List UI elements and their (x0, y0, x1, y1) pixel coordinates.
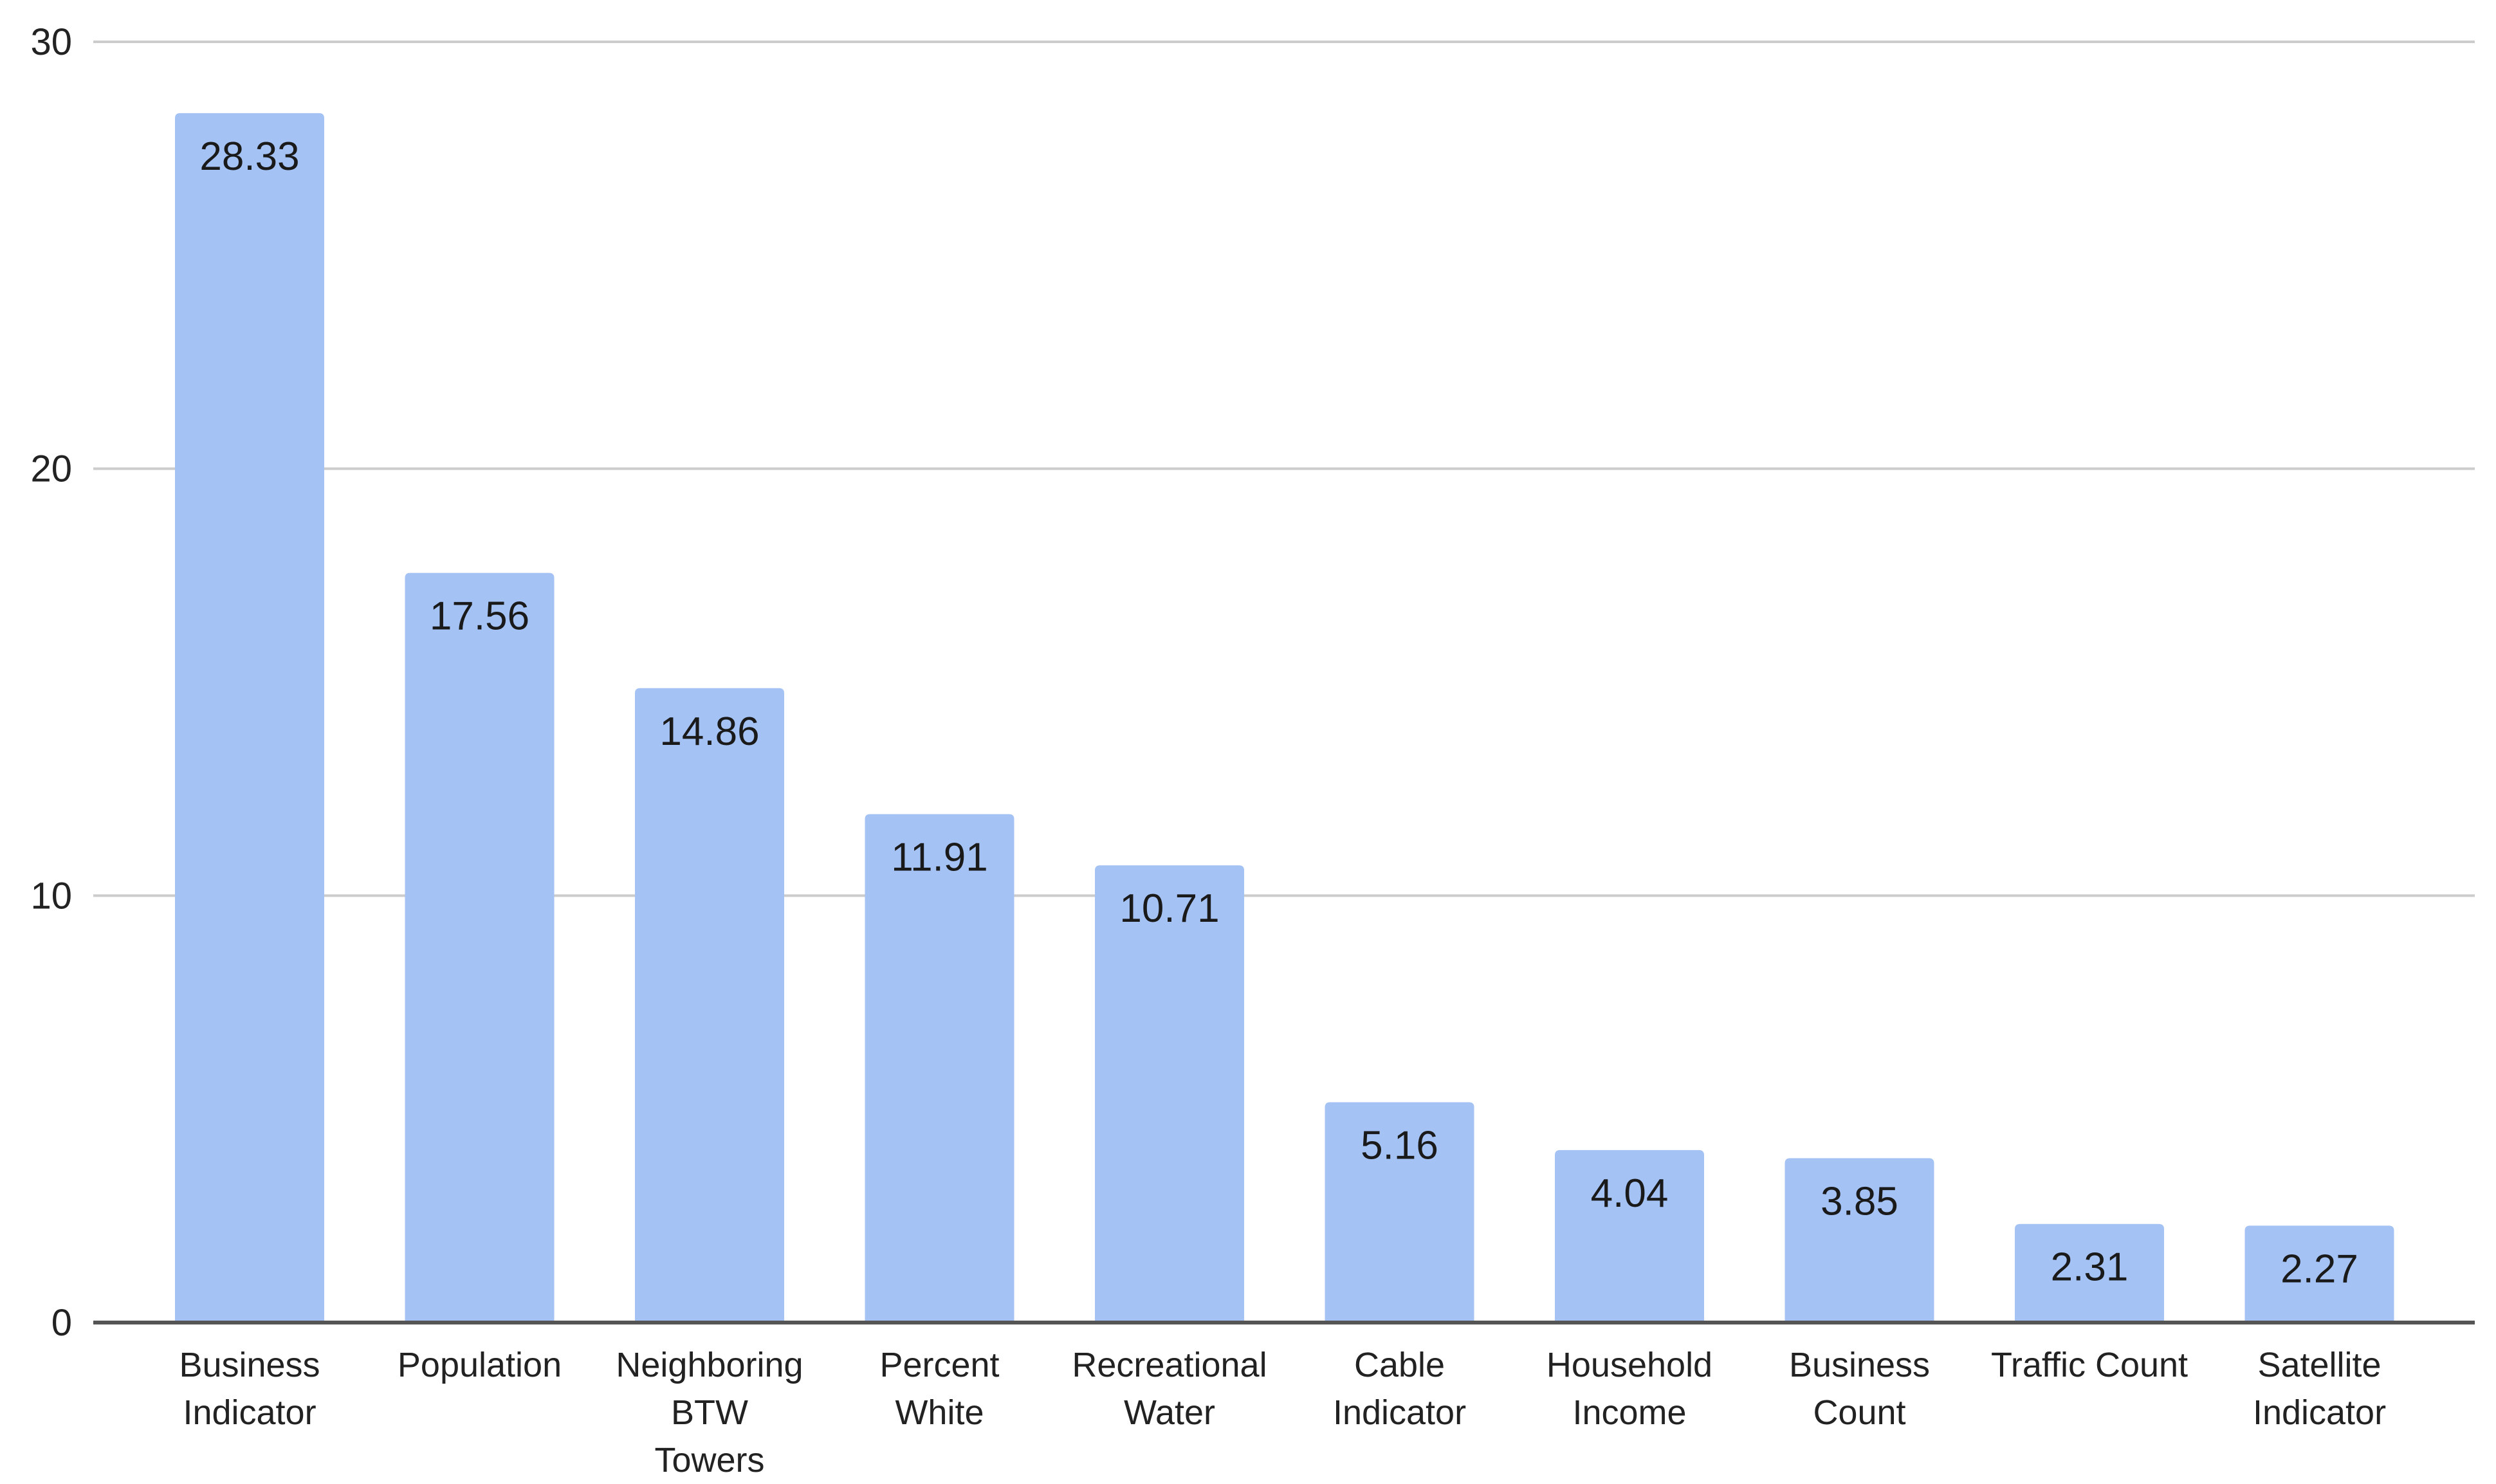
bar (635, 688, 784, 1323)
x-tick-label: Population (398, 1346, 562, 1384)
x-tick-label-line: Indicator (2253, 1393, 2386, 1432)
y-axis-ticks: 0 10 20 30 (30, 21, 72, 1344)
x-tick-label-line: Towers (654, 1441, 764, 1479)
data-label: 17.56 (430, 594, 529, 639)
x-tick-label: Percent White (879, 1346, 999, 1432)
x-tick-label: Cable Indicator (1333, 1346, 1466, 1432)
y-tick-label: 30 (30, 21, 72, 63)
x-tick-label-line: Traffic Count (1991, 1346, 2188, 1384)
x-tick-label-line: Percent (879, 1346, 999, 1384)
x-axis-labels: Business Indicator Population Neighboring BT… (179, 1346, 2386, 1479)
x-tick-label: Satellite Indicator (2253, 1346, 2386, 1432)
x-tick-label-line: Indicator (183, 1393, 316, 1432)
x-tick-label-line: Income (1572, 1393, 1686, 1432)
x-tick-label-line: Population (398, 1346, 562, 1384)
data-label: 2.27 (2280, 1247, 2358, 1291)
data-label: 10.71 (1119, 886, 1219, 931)
y-tick-label: 20 (30, 448, 72, 490)
x-tick-label: Neighboring BTW Towers (616, 1346, 803, 1479)
x-tick-label-line: White (895, 1393, 984, 1432)
x-tick-label: Business Indicator (179, 1346, 320, 1432)
data-label: 3.85 (1821, 1179, 1898, 1223)
x-tick-label-line: Satellite (2257, 1346, 2381, 1384)
x-tick-label-line: Indicator (1333, 1393, 1466, 1432)
x-tick-label: Traffic Count (1991, 1346, 2188, 1384)
bar (1095, 865, 1244, 1323)
x-tick-label-line: BTW (671, 1393, 748, 1432)
data-label: 2.31 (2051, 1245, 2129, 1290)
data-label: 28.33 (199, 134, 299, 179)
bars (175, 113, 2394, 1323)
x-tick-label: Business Count (1789, 1346, 1930, 1432)
data-label: 11.91 (891, 836, 988, 880)
data-label: 4.04 (1591, 1171, 1669, 1216)
x-tick-label-line: Household (1546, 1346, 1712, 1384)
x-tick-label-line: Recreational (1072, 1346, 1267, 1384)
x-tick-label-line: Business (1789, 1346, 1930, 1384)
bar (865, 814, 1014, 1323)
y-tick-label: 10 (30, 875, 72, 917)
x-tick-label-line: Water (1124, 1393, 1215, 1432)
data-label: 14.86 (659, 710, 759, 754)
y-tick-label: 0 (51, 1302, 72, 1344)
bar (175, 113, 324, 1323)
x-tick-label: Recreational Water (1072, 1346, 1267, 1432)
x-tick-label-line: Count (1813, 1393, 1905, 1432)
bar (405, 573, 555, 1323)
bar-chart: 0 10 20 30 28.33 17.56 14.86 11.91 10.71 5.16 4.0… (30, 21, 2475, 1479)
x-tick-label: Household Income (1546, 1346, 1712, 1432)
x-tick-label-line: Business (179, 1346, 320, 1384)
x-tick-label-line: Neighboring (616, 1346, 803, 1384)
data-label: 5.16 (1361, 1124, 1438, 1168)
x-tick-label-line: Cable (1354, 1346, 1445, 1384)
